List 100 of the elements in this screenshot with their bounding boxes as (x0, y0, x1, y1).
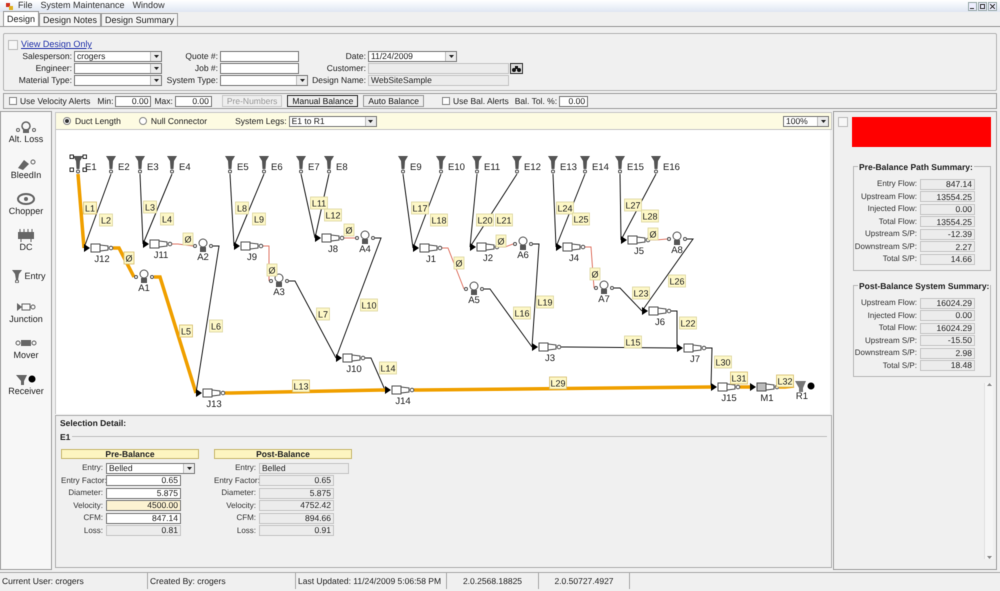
node-label: A2 (197, 252, 209, 263)
restore-button[interactable] (978, 2, 987, 10)
lookup-button[interactable] (510, 63, 523, 74)
tab[interactable]: Design Notes (39, 13, 102, 26)
text-field[interactable] (220, 63, 299, 74)
field-label: Velocity: (72, 500, 104, 512)
tool-button[interactable]: Alt. Loss (1, 114, 51, 150)
field-label: Material Type: (18, 74, 73, 87)
tool-button[interactable]: Chopper (1, 186, 51, 222)
text-field[interactable] (220, 51, 299, 62)
checkbox[interactable] (442, 97, 450, 105)
field-label: Customer: (326, 62, 367, 75)
tool-button[interactable]: BleedIn (1, 150, 51, 186)
menu-item[interactable]: System Maintenance (40, 0, 125, 13)
gauge-icon (667, 232, 687, 245)
duct-label: L29 (549, 376, 567, 390)
field-label: Diameter: (67, 487, 104, 499)
field-label: Total S/P: (882, 360, 918, 372)
duct-label: L1 (83, 202, 97, 214)
tool-label: BleedIn (10, 171, 42, 180)
fitting-icon (385, 386, 414, 394)
radio-button[interactable] (63, 117, 71, 125)
duct-label: L14 (379, 362, 397, 374)
tool-button[interactable]: Junction (1, 294, 51, 330)
checkbox-label: Use Velocity Alerts (20, 94, 90, 108)
menu-item[interactable]: File (18, 0, 33, 13)
minimize-button[interactable] (968, 2, 977, 10)
node-label: E2 (118, 162, 130, 173)
app-icon (6, 2, 13, 10)
duct-label: L12 (324, 208, 342, 222)
toggle-button[interactable] (8, 40, 18, 50)
field-label: Downstream S/P: (854, 347, 918, 359)
toolbar-button[interactable]: Auto Balance (363, 95, 424, 107)
menu-item[interactable]: Window (132, 0, 165, 13)
gauge-icon (15, 120, 37, 134)
readonly-field: 0.00 (920, 204, 975, 215)
tool-button[interactable]: DC (1, 222, 51, 258)
field-label: Entry Flow: (876, 178, 918, 190)
readonly-field: 13554.25 (920, 216, 975, 228)
duct-label: L10 (360, 298, 378, 312)
duct-label: L27 (624, 198, 642, 212)
field-label: Injected Flow: (866, 310, 918, 322)
text-field[interactable]: 0.00 (115, 96, 152, 106)
node-label: E8 (336, 162, 348, 173)
status-text: Current User: crogers (0, 573, 148, 589)
close-button[interactable] (988, 2, 997, 10)
node-label: A5 (468, 295, 480, 306)
node-label: J1 (426, 254, 436, 265)
field-label: Total Flow: (878, 322, 918, 334)
duct-label: L18 (430, 214, 448, 226)
fitting-icon (556, 242, 586, 252)
node-label: E16 (663, 162, 680, 173)
duct-label: L28 (641, 210, 659, 222)
dropdown[interactable]: Belled (106, 462, 195, 474)
field-label: CFM: (235, 512, 257, 524)
text-field[interactable]: 0.00 (559, 96, 588, 106)
readonly-field: 0.81 (106, 525, 181, 536)
hood-icon (580, 156, 590, 174)
dropdown[interactable]: 11/24/2009 (368, 51, 457, 62)
duct-label: Ø (124, 252, 134, 264)
column-header: Post-Balance (214, 448, 352, 458)
dropdown[interactable]: E1 to R1 (288, 116, 377, 126)
node-label: J5 (634, 246, 644, 257)
tool-button[interactable]: Entry (1, 258, 51, 294)
text-field[interactable]: 4500.00 (106, 500, 181, 511)
dropdown[interactable] (74, 75, 162, 86)
dropdown[interactable] (220, 75, 308, 86)
hood-icon (548, 156, 558, 174)
readonly-field: -12.39 (920, 228, 975, 240)
column-header: Pre-Balance (61, 448, 199, 458)
tool-button[interactable]: Receiver (1, 366, 51, 402)
dropdown[interactable] (74, 63, 162, 74)
toolbar-button[interactable]: Manual Balance (287, 95, 358, 107)
duct-label: L5 (179, 324, 193, 338)
tool-button[interactable]: Mover (1, 330, 51, 366)
field-label: Salesperson: (21, 50, 73, 63)
fitting-icon (470, 242, 500, 252)
field-label: Bal. Tol. %: (514, 94, 558, 108)
tab[interactable]: Design (3, 11, 40, 26)
text-field[interactable]: 0.65 (106, 475, 181, 486)
node-label: J10 (346, 364, 362, 375)
hood-icon (106, 156, 116, 174)
duct-label: L4 (160, 212, 174, 226)
scrollbar[interactable] (984, 383, 993, 559)
view-design-link[interactable]: View Design Only (21, 38, 92, 52)
tab[interactable]: Design Summary (101, 13, 178, 26)
field-label: Job #: (194, 62, 219, 75)
fitting-icon (413, 244, 442, 252)
duct-label: L16 (513, 306, 531, 320)
dropdown[interactable]: 100% (783, 116, 829, 126)
hood-icon (135, 156, 145, 174)
receiver-icon (15, 372, 37, 386)
text-field[interactable]: 0.00 (174, 96, 212, 106)
text-field[interactable]: 847.14 (106, 512, 181, 524)
text-field[interactable]: 5.875 (106, 488, 181, 498)
toggle-button[interactable] (838, 117, 848, 127)
fitting-icon (15, 300, 37, 314)
checkbox[interactable] (9, 97, 17, 105)
radio-button[interactable] (138, 117, 147, 125)
dropdown[interactable]: crogers (74, 51, 162, 62)
